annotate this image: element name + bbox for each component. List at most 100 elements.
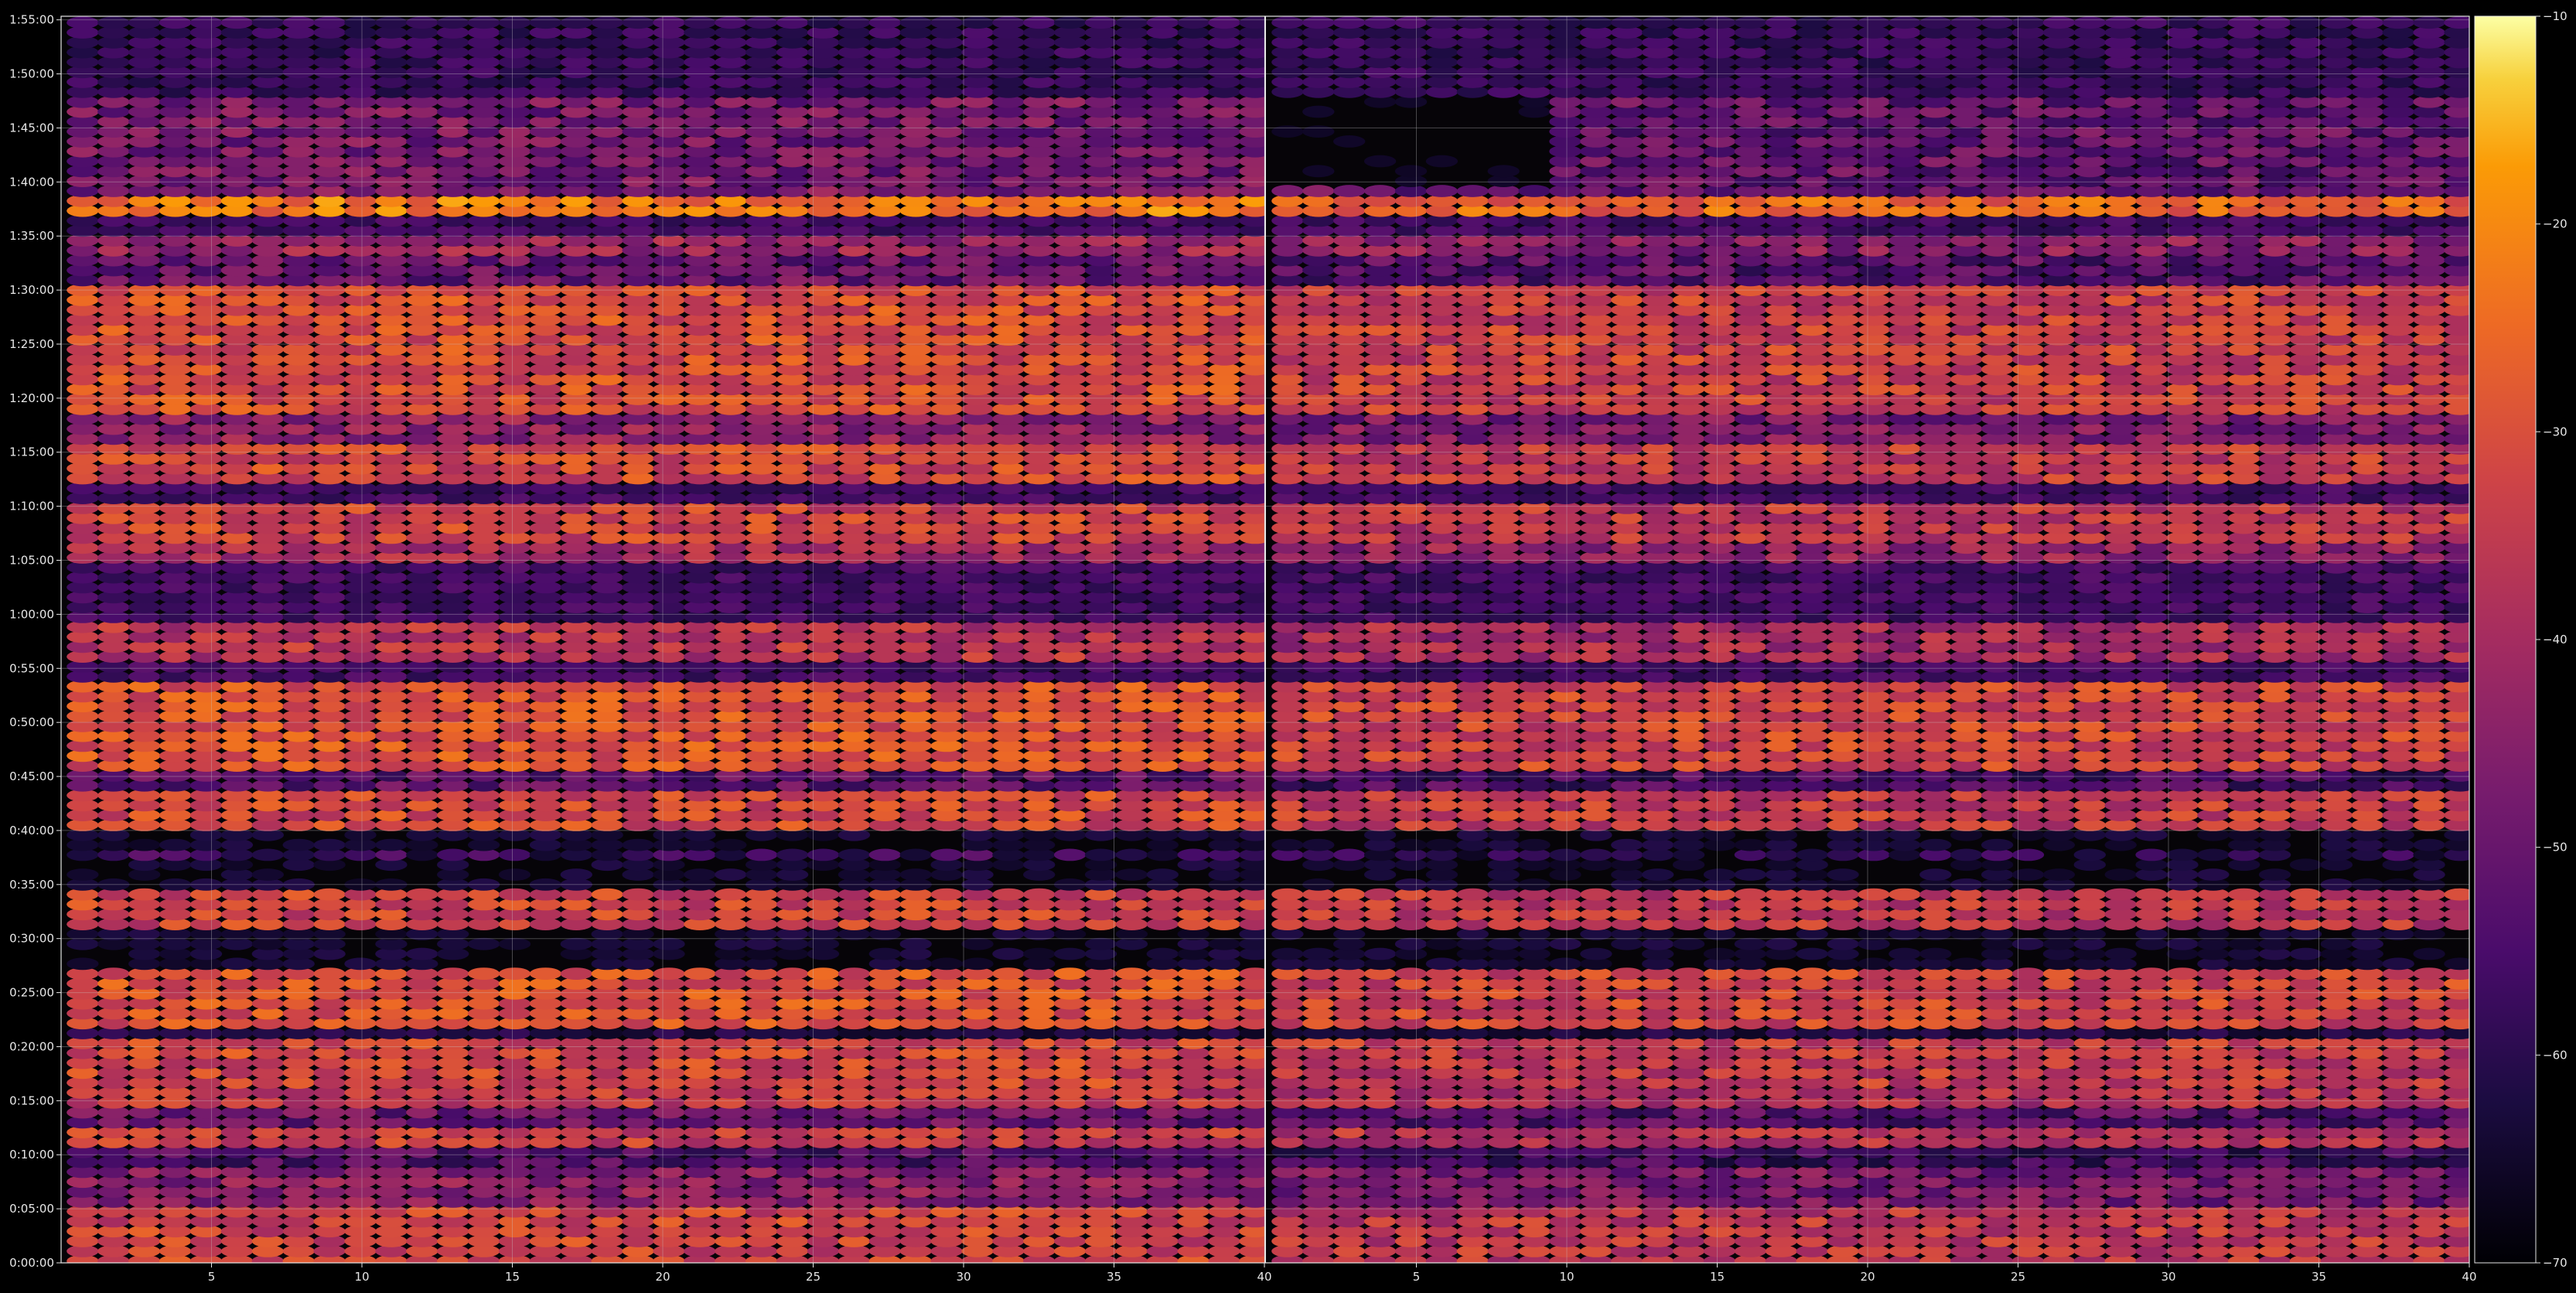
heatmap-cell bbox=[1023, 947, 1056, 960]
heatmap-cell bbox=[67, 16, 99, 29]
heatmap-cell bbox=[498, 937, 531, 950]
heatmap-cell bbox=[899, 937, 932, 950]
heatmap-cell bbox=[838, 848, 871, 861]
heatmap-cell bbox=[992, 967, 1025, 980]
heatmap-cell bbox=[1177, 848, 1210, 861]
heatmap-cell bbox=[97, 16, 130, 29]
heatmap-cell bbox=[1115, 868, 1148, 881]
heatmap-cell bbox=[1053, 947, 1087, 960]
heatmap-cell bbox=[930, 16, 963, 29]
heatmap-cell bbox=[67, 957, 99, 971]
heatmap-cell bbox=[1053, 967, 1087, 980]
heatmap-cell bbox=[930, 957, 963, 971]
heatmap-cell bbox=[437, 848, 469, 861]
heatmap-cell bbox=[1146, 947, 1179, 960]
heatmap-cell bbox=[498, 868, 531, 881]
heatmap-cell bbox=[220, 957, 254, 971]
heatmap-cell bbox=[498, 888, 531, 901]
heatmap-cell bbox=[1115, 16, 1148, 29]
heatmap-cell bbox=[807, 848, 840, 861]
heatmap-cell bbox=[344, 957, 377, 971]
heatmap-cell bbox=[251, 868, 284, 881]
heatmap-cell bbox=[1053, 16, 1087, 29]
heatmap-cell bbox=[961, 937, 994, 950]
heatmap-cell bbox=[1115, 967, 1148, 980]
heatmap-cell bbox=[437, 16, 469, 29]
heatmap-cell bbox=[930, 888, 963, 901]
heatmap-cell bbox=[899, 848, 932, 861]
heatmap-cell bbox=[406, 16, 438, 29]
heatmap-cell bbox=[838, 967, 871, 980]
heatmap-cell bbox=[313, 967, 346, 980]
heatmap-cell bbox=[591, 888, 623, 901]
heatmap-cell bbox=[807, 888, 840, 901]
heatmap-cell bbox=[437, 967, 469, 980]
heatmap-cell bbox=[406, 888, 438, 901]
heatmap-cell bbox=[67, 868, 99, 881]
heatmap-cell bbox=[1146, 16, 1179, 29]
heatmap-cell bbox=[684, 868, 716, 881]
heatmap-cell bbox=[715, 888, 747, 901]
heatmap-cell bbox=[622, 838, 654, 851]
heatmap-cell bbox=[776, 16, 809, 29]
heatmap-cell bbox=[899, 868, 932, 881]
heatmap-cell bbox=[467, 967, 500, 980]
heatmap-cell bbox=[684, 16, 716, 29]
heatmap-cell bbox=[159, 16, 192, 29]
heatmap-cell bbox=[992, 16, 1025, 29]
heatmap-cell bbox=[560, 937, 592, 950]
heatmap-cell bbox=[128, 16, 161, 29]
heatmap-cell bbox=[961, 957, 994, 971]
heatmap-cell bbox=[467, 937, 500, 950]
heatmap-cell bbox=[1053, 848, 1087, 861]
heatmap-cell bbox=[498, 967, 531, 980]
heatmap-cell bbox=[251, 16, 284, 29]
heatmap-cell bbox=[1023, 16, 1056, 29]
heatmap-cell bbox=[653, 16, 685, 29]
heatmap-cell bbox=[1208, 16, 1240, 29]
heatmap-cell bbox=[1084, 937, 1117, 950]
heatmap-cell bbox=[1115, 888, 1148, 901]
heatmap-cell bbox=[220, 16, 254, 29]
heatmap-cell bbox=[715, 868, 747, 881]
heatmap-cell bbox=[746, 16, 778, 29]
heatmap-cell bbox=[560, 967, 592, 980]
heatmap-cell bbox=[128, 838, 161, 851]
heatmap-cell bbox=[715, 838, 747, 851]
heatmap-cell bbox=[467, 16, 500, 29]
heatmap-cell bbox=[776, 967, 809, 980]
heatmap-cell bbox=[406, 947, 438, 960]
heatmap-cell bbox=[1146, 868, 1179, 881]
heatmap-cell bbox=[1084, 848, 1117, 861]
heatmap-cell bbox=[961, 16, 994, 29]
heatmap-cell bbox=[838, 16, 871, 29]
heatmap-cell bbox=[653, 937, 685, 950]
heatmap-cell bbox=[591, 16, 623, 29]
heatmap-cell bbox=[251, 848, 284, 861]
heatmap-cell bbox=[128, 888, 161, 901]
heatmap-cell bbox=[313, 888, 346, 901]
heatmap-cell bbox=[1084, 16, 1117, 29]
heatmap-cell bbox=[313, 16, 346, 29]
heatmap-cell bbox=[529, 16, 562, 29]
heatmap-cell bbox=[498, 16, 531, 29]
heatmap-cell bbox=[282, 838, 315, 851]
heatmap-cell bbox=[653, 967, 685, 980]
heatmap-cell bbox=[622, 16, 654, 29]
heatmap-cell bbox=[282, 16, 315, 29]
heatmap-cell bbox=[375, 16, 408, 29]
heatmap-cell bbox=[776, 848, 809, 861]
heatmap-cell bbox=[189, 16, 223, 29]
heatmap-cell bbox=[1177, 888, 1210, 901]
heatmap-cell bbox=[992, 888, 1025, 901]
heatmap-cell bbox=[498, 848, 531, 861]
heatmap-cell bbox=[746, 848, 778, 861]
heatmap-cell bbox=[529, 967, 562, 980]
heatmap-cell bbox=[868, 16, 902, 29]
heatmap-cell bbox=[344, 16, 377, 29]
heatmap-cell bbox=[715, 16, 747, 29]
heatmap-cell bbox=[899, 16, 932, 29]
heatmap-cell bbox=[1177, 16, 1210, 29]
heatmap-cell bbox=[992, 947, 1025, 960]
heatmap-cell bbox=[560, 868, 592, 881]
